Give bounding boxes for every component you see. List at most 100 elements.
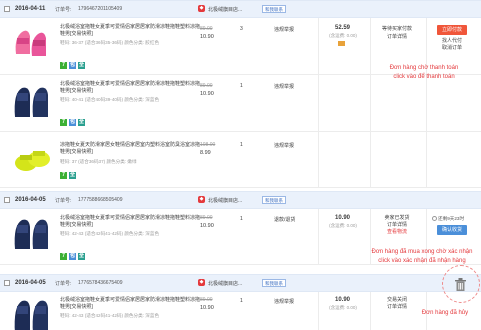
unit-price: 10.90 — [200, 91, 214, 97]
order-date: 2016-04-05 — [15, 197, 46, 203]
product-spec: 鞋码: 36-37 (适合36码35-36码) 颜色分类: 胶红色 — [60, 40, 160, 45]
original-price: 89.00 — [200, 215, 213, 221]
countdown-text: 还剩9天23时 — [438, 216, 465, 221]
unit-price: 10.90 — [200, 34, 214, 40]
shop-icon: ◆ — [198, 196, 205, 203]
seven-day-return-badge: 7 — [60, 119, 67, 126]
order-number: 1777588668505409 — [78, 197, 123, 203]
shipping-fee: (含运费: 0.00) — [329, 305, 357, 310]
quantity: 1 — [240, 216, 243, 222]
free-shipping-badge: 包 — [69, 253, 76, 260]
report-link[interactable]: 违规举报 — [274, 142, 294, 149]
order-checkbox[interactable] — [4, 6, 10, 12]
column-divider — [426, 18, 427, 188]
product-thumbnail[interactable] — [12, 215, 52, 253]
column-divider — [318, 18, 319, 188]
payment-method-icon — [338, 41, 345, 46]
product-title-link[interactable]: 北极绒浴室拖鞋女夏季可爱情侣家居居家防滑凉鞋拖鞋塑料凉拖鞋男[交易快照] — [60, 215, 200, 229]
refund-return-link[interactable]: 退款/退货 — [274, 216, 295, 223]
order-details-link[interactable]: 订单详情 — [372, 34, 422, 41]
unit-price: 8.99 — [200, 150, 211, 156]
original-price: 89.00 — [200, 26, 213, 32]
product-thumbnail[interactable] — [12, 83, 52, 121]
confirm-receipt-button[interactable]: 确认收货 — [437, 225, 467, 235]
order-date: 2016-04-11 — [15, 6, 46, 12]
order-checkbox[interactable] — [4, 280, 10, 286]
product-title-link[interactable]: 北极绒浴室拖鞋女夏季可爱情侣家居居家防滑凉鞋拖鞋塑料凉拖鞋男[交易快照] — [60, 81, 200, 95]
report-link[interactable]: 违规举报 — [274, 298, 294, 305]
quantity: 1 — [240, 142, 243, 148]
order-number-label: 订单号: — [55, 281, 72, 287]
product-title-link[interactable]: 凉拖鞋女夏天防滑家居女鞋情侣家居室内塑料浴室防臭浴室凉拖鞋男[交易快照] — [60, 142, 200, 156]
view-logistics-link[interactable]: 查看物流 — [372, 229, 422, 236]
order-header: 2016-04-05 订单号: 1777588668505409 ◆ 北极绒旗目… — [0, 191, 481, 209]
order-number: 1796467201105409 — [78, 6, 123, 12]
order-header: 2016-04-05 订单号: 1776578436675409 ◆ 北极绒旗目… — [0, 274, 481, 292]
shop-icon: ◆ — [198, 279, 205, 286]
trash-icon[interactable] — [455, 278, 466, 291]
order-number-label: 订单号: — [55, 198, 72, 204]
contact-seller-button[interactable]: 和我联系 — [262, 5, 286, 13]
product-thumbnail[interactable] — [12, 296, 52, 330]
annotation-unpaid: Đơn hàng chờ thanh toán click vào để tha… — [389, 65, 459, 80]
quantity: 1 — [240, 83, 243, 89]
seven-day-return-badge: 7 — [60, 253, 67, 260]
table-row: 凉拖鞋女夏天防滑家居女鞋情侣家居室内塑料浴室防臭浴室凉拖鞋男[交易快照] 鞋码:… — [0, 132, 481, 188]
column-divider — [370, 18, 371, 188]
order-status: 卖家已发货 — [384, 215, 410, 221]
annotation-confirm: Đơn hàng đã mua xong chờ xác nhận click … — [371, 249, 473, 264]
guarantee-badge: 全 — [69, 172, 76, 179]
contact-seller-button[interactable]: 和我联系 — [262, 196, 286, 204]
annotation-cancelled: Đơn hàng đã hủy — [421, 310, 469, 316]
product-title-link[interactable]: 北极绒浴室拖鞋女夏季可爱情侣家居居家防滑凉鞋拖鞋塑料凉拖鞋男[交易快照] — [60, 24, 200, 38]
original-price: 89.00 — [200, 297, 213, 303]
shop-name-link[interactable]: 北极绒旗目店... — [208, 6, 242, 13]
report-link[interactable]: 违规举报 — [274, 26, 294, 33]
order-total: 10.90 — [334, 297, 350, 303]
order-details-link[interactable]: 订单详情 — [372, 222, 422, 229]
order-status: 交易关闭 — [386, 297, 407, 303]
product-thumbnail[interactable] — [12, 139, 52, 177]
unit-price: 10.90 — [200, 305, 214, 311]
shop-name-link[interactable]: 北极绒旗目店... — [208, 280, 242, 287]
order-status: 等待买家付款 — [381, 26, 412, 32]
product-spec: 鞋码: 42-43 (适合42码41-42码) 颜色分类: 深蓝色 — [60, 313, 160, 318]
shipping-fee: (含运费: 0.00) — [329, 223, 357, 228]
product-spec: 鞋码: 37 (适合36码37) 颜色分类: 嫩绿 — [60, 159, 137, 164]
product-spec: 鞋码: 42-43 (适合42码41-42码) 颜色分类: 深蓝色 — [60, 231, 160, 236]
contact-seller-button[interactable]: 和我联系 — [262, 279, 286, 287]
seven-day-return-badge: 7 — [60, 62, 67, 69]
order-header: 2016-04-11 订单号: 1796467201105409 ◆ 北极绒旗目… — [0, 0, 481, 18]
unit-price: 10.90 — [200, 223, 214, 229]
product-thumbnail[interactable] — [12, 24, 52, 62]
guarantee-badge: 全 — [78, 62, 85, 69]
column-divider — [318, 209, 319, 265]
confirm-countdown: 还剩9天23时 — [432, 216, 477, 222]
ask-someone-to-pay-link[interactable]: 找人代付 — [432, 38, 472, 45]
quantity: 3 — [240, 26, 243, 32]
quantity: 1 — [240, 298, 243, 304]
cancel-order-link[interactable]: 取消订单 — [432, 45, 472, 52]
original-price: 89.00 — [200, 83, 213, 89]
service-badges: 7 包 全 — [60, 253, 85, 260]
report-link[interactable]: 违规举报 — [274, 83, 294, 90]
service-badges: 7 全 — [60, 172, 76, 179]
column-divider — [318, 292, 319, 330]
free-shipping-badge: 包 — [69, 119, 76, 126]
table-row: 北极绒浴室拖鞋女夏季可爱情侣家居居家防滑凉鞋拖鞋塑料凉拖鞋男[交易快照] 鞋码:… — [0, 75, 481, 132]
shop-name-link[interactable]: 北极绒旗目店... — [208, 197, 242, 204]
order-date: 2016-04-05 — [15, 280, 46, 286]
pay-now-button[interactable]: 立即付款 — [437, 25, 467, 35]
product-title-link[interactable]: 北极绒浴室拖鞋女夏季可爱情侣家居居家防滑凉鞋拖鞋塑料凉拖鞋男[交易快照] — [60, 297, 200, 311]
guarantee-badge: 全 — [78, 119, 85, 126]
order-checkbox[interactable] — [4, 197, 10, 203]
seven-day-return-badge: 7 — [60, 172, 67, 179]
service-badges: 7 包 全 — [60, 62, 85, 69]
order-total: 52.59 — [334, 25, 350, 31]
original-price: 108.00 — [200, 142, 216, 148]
service-badges: 7 包 全 — [60, 119, 85, 126]
clock-icon — [432, 216, 437, 222]
free-shipping-badge: 包 — [69, 62, 76, 69]
guarantee-badge: 全 — [78, 253, 85, 260]
column-divider — [370, 292, 371, 330]
